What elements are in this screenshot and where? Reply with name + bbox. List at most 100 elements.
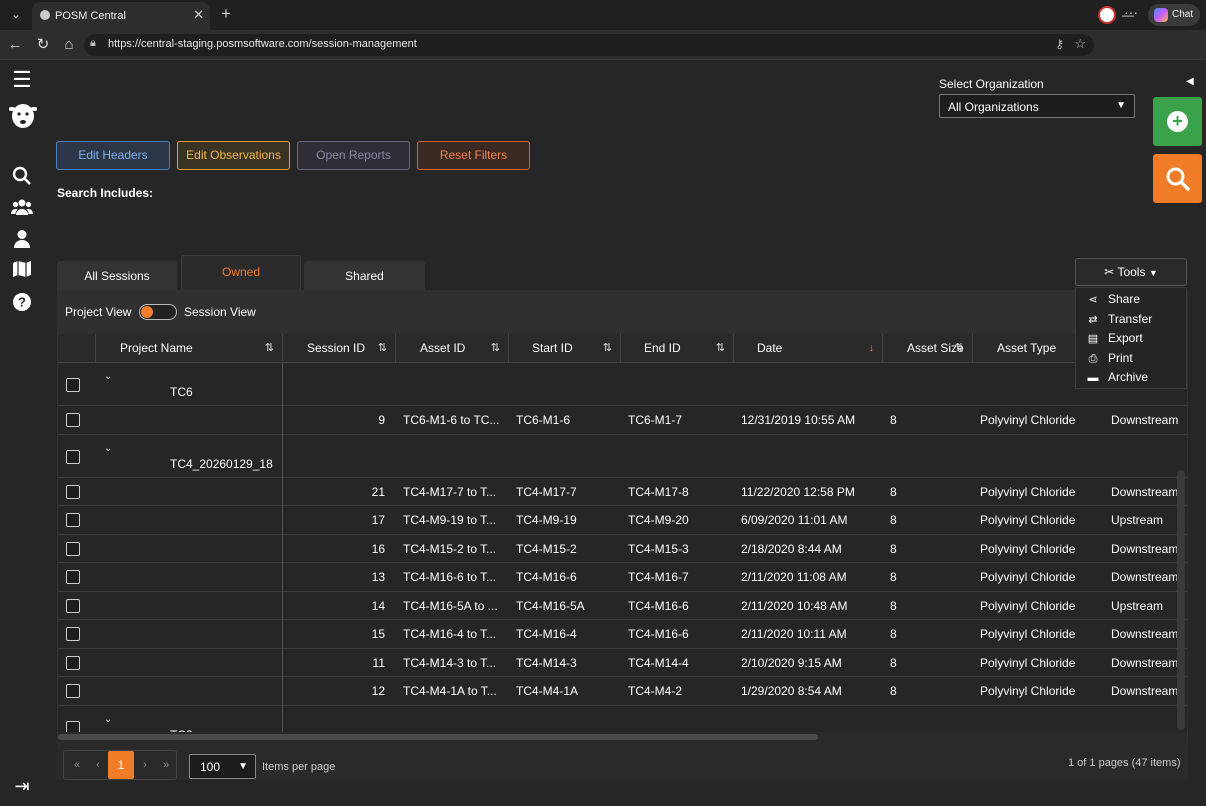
url-field[interactable]: 🔒︎ https://central-staging.posmsoftware.… [84, 34, 1094, 56]
menu-item-transfer[interactable]: ⇄ Transfer [1086, 312, 1152, 326]
new-tab-icon[interactable]: + [216, 4, 236, 24]
view-toggle-switch[interactable] [139, 304, 177, 320]
search-icon[interactable] [11, 166, 33, 188]
browser-tab[interactable]: POSM Central ✕ [32, 2, 210, 30]
group-row[interactable]: ⌄ TC6 [58, 363, 1187, 406]
menu-item-print[interactable]: ⎙ Print [1086, 351, 1133, 366]
row-checkbox[interactable] [66, 627, 80, 641]
table-row[interactable]: 21 TC4-M17-7 to T... TC4-M17-7 TC4-M17-8 11/… [58, 478, 1187, 506]
key-icon[interactable]: ⚷ [1055, 37, 1064, 51]
menu-item-share[interactable]: ⋖ Share [1086, 292, 1140, 306]
items-per-page-select[interactable]: 100 ▼ [189, 754, 256, 779]
cell-session: 16 [371, 541, 385, 556]
extension-icon[interactable] [1098, 6, 1116, 24]
col-end-id[interactable]: End ID ⇅ [620, 334, 733, 363]
cell-start: TC4-M16-4 [516, 627, 577, 641]
table-row[interactable]: 17 TC4-M9-19 to T... TC4-M9-19 TC4-M9-20 6/0… [58, 506, 1187, 535]
col-start-id[interactable]: Start ID ⇅ [508, 334, 620, 363]
add-session-button[interactable]: + [1153, 97, 1202, 146]
sort-icon[interactable]: ⇅ [265, 334, 274, 363]
tab-shared[interactable]: Shared [304, 261, 425, 290]
map-icon[interactable] [11, 260, 33, 282]
organization-select[interactable]: All Organizations ▼ [939, 94, 1135, 118]
tab-close-icon[interactable]: ✕ [193, 7, 204, 23]
sessions-grid: Project Name ⇅ Session ID ⇅ Asset ID ⇅ Star… [58, 334, 1187, 732]
row-checkbox[interactable] [66, 655, 80, 670]
prev-page-icon[interactable]: ‹ [86, 751, 110, 779]
menu-item-archive[interactable]: ▬ Archive [1086, 370, 1149, 384]
table-row[interactable]: 15 TC4-M16-4 to T... TC4-M16-4 TC4-M16-6 2/1… [58, 620, 1187, 649]
cell-type: Polyvinyl Chloride [980, 513, 1076, 527]
open-reports-button[interactable]: Open Reports [297, 141, 410, 170]
user-icon[interactable] [11, 229, 33, 251]
favorite-star-icon[interactable]: ☆ [1074, 36, 1086, 52]
row-checkbox[interactable] [66, 513, 80, 527]
col-session-id[interactable]: Session ID ⇅ [282, 334, 395, 363]
table-row[interactable]: 11 TC4-M14-3 to T... TC4-M14-3 TC4-M14-4 2/1… [58, 649, 1187, 677]
col-label: Asset Type [997, 341, 1057, 355]
row-checkbox[interactable] [66, 484, 80, 499]
edit-observations-button[interactable]: Edit Observations [177, 141, 290, 170]
sort-icon[interactable]: ⇅ [955, 334, 964, 363]
expand-chevron-icon[interactable]: ⌄ [104, 443, 112, 454]
page-number-button[interactable]: 1 [108, 751, 134, 779]
reset-filters-button[interactable]: Reset Filters [417, 141, 530, 170]
group-row[interactable]: ⌄TC2 [58, 706, 1187, 732]
row-checkbox[interactable] [66, 413, 80, 427]
cell-end: TC4-M15-3 [628, 541, 689, 556]
row-checkbox[interactable] [66, 378, 80, 392]
reload-icon[interactable]: ↻ [34, 36, 52, 54]
row-checkbox[interactable] [66, 570, 80, 584]
collapse-panel-icon[interactable]: ◀ [1186, 76, 1194, 87]
sort-desc-arrow-icon[interactable]: ↓ [869, 334, 875, 363]
sort-icon[interactable]: ⇅ [378, 334, 387, 363]
caret-down-icon: ▼ [1116, 100, 1126, 111]
tools-button[interactable]: ✂︎ Tools ▼ [1075, 258, 1187, 286]
home-icon[interactable]: ⌂ [60, 36, 78, 54]
group-row[interactable]: ⌄ TC4_20260129_18 [58, 435, 1187, 478]
sort-icon[interactable]: ⇅ [716, 334, 725, 363]
col-project-name[interactable]: Project Name ⇅ [95, 334, 282, 363]
horizontal-scrollbar[interactable] [58, 732, 1187, 742]
grid-header: Project Name ⇅ Session ID ⇅ Asset ID ⇅ Star… [58, 334, 1187, 363]
help-icon[interactable]: ? [11, 292, 33, 314]
cell-type: Polyvinyl Chloride [980, 627, 1076, 641]
last-page-icon[interactable]: » [154, 751, 178, 779]
sort-icon[interactable]: ⇅ [491, 334, 500, 363]
col-asset-size[interactable]: Asset Size ⇅ [882, 334, 972, 363]
expand-chevron-icon[interactable]: ⌄ [104, 371, 112, 382]
tab-all-sessions[interactable]: All Sessions [57, 261, 177, 290]
tab-list-chevron-icon[interactable]: ⌄ [6, 6, 26, 24]
copilot-chat-button[interactable]: Chat [1148, 4, 1200, 26]
back-icon[interactable]: ← [6, 36, 24, 54]
scroll-thumb[interactable] [58, 734, 818, 740]
more-options-icon[interactable]: ··· [1124, 4, 1138, 20]
users-group-icon[interactable] [11, 197, 33, 219]
expand-chevron-icon[interactable]: ⌄ [104, 714, 112, 725]
table-row[interactable]: 14 TC4-M16-5A to ... TC4-M16-5A TC4-M16-6 2/… [58, 592, 1187, 620]
col-asset-type[interactable]: Asset Type [972, 334, 1092, 363]
vertical-scrollbar[interactable] [1177, 470, 1185, 730]
row-checkbox[interactable] [66, 684, 80, 698]
sort-icon[interactable]: ⇅ [603, 334, 612, 363]
tab-owned[interactable]: Owned [181, 255, 301, 290]
col-date[interactable]: Date ↓ [733, 334, 882, 363]
hamburger-menu-icon[interactable]: ☰ [11, 69, 33, 91]
cell-end: TC4-M16-7 [628, 570, 689, 584]
row-checkbox[interactable] [66, 541, 80, 556]
row-checkbox[interactable] [66, 598, 80, 613]
table-row[interactable]: 13 TC4-M16-6 to T... TC4-M16-6 TC4-M16-7 2/1… [58, 563, 1187, 592]
row-checkbox[interactable] [66, 449, 80, 464]
menu-item-export[interactable]: ▤ Export [1086, 331, 1143, 345]
table-row[interactable]: 12 TC4-M4-1A to T... TC4-M4-1A TC4-M4-2 1/29… [58, 677, 1187, 706]
table-row[interactable]: 16 TC4-M15-2 to T... TC4-M15-2 TC4-M15-3 2/1… [58, 535, 1187, 563]
edit-headers-button[interactable]: Edit Headers [56, 141, 170, 170]
cell-date: 2/10/2020 9:15 AM [741, 655, 842, 670]
row-checkbox[interactable] [66, 720, 80, 732]
col-label: Project Name [120, 341, 193, 355]
col-asset-id[interactable]: Asset ID ⇅ [395, 334, 508, 363]
logout-icon[interactable]: ⇥ [11, 776, 33, 798]
cell-type: Polyvinyl Chloride [980, 413, 1076, 427]
search-panel-button[interactable] [1153, 154, 1202, 203]
table-row[interactable]: 9 TC6-M1-6 to TC... TC6-M1-6 TC6-M1-7 12/31/… [58, 406, 1187, 435]
